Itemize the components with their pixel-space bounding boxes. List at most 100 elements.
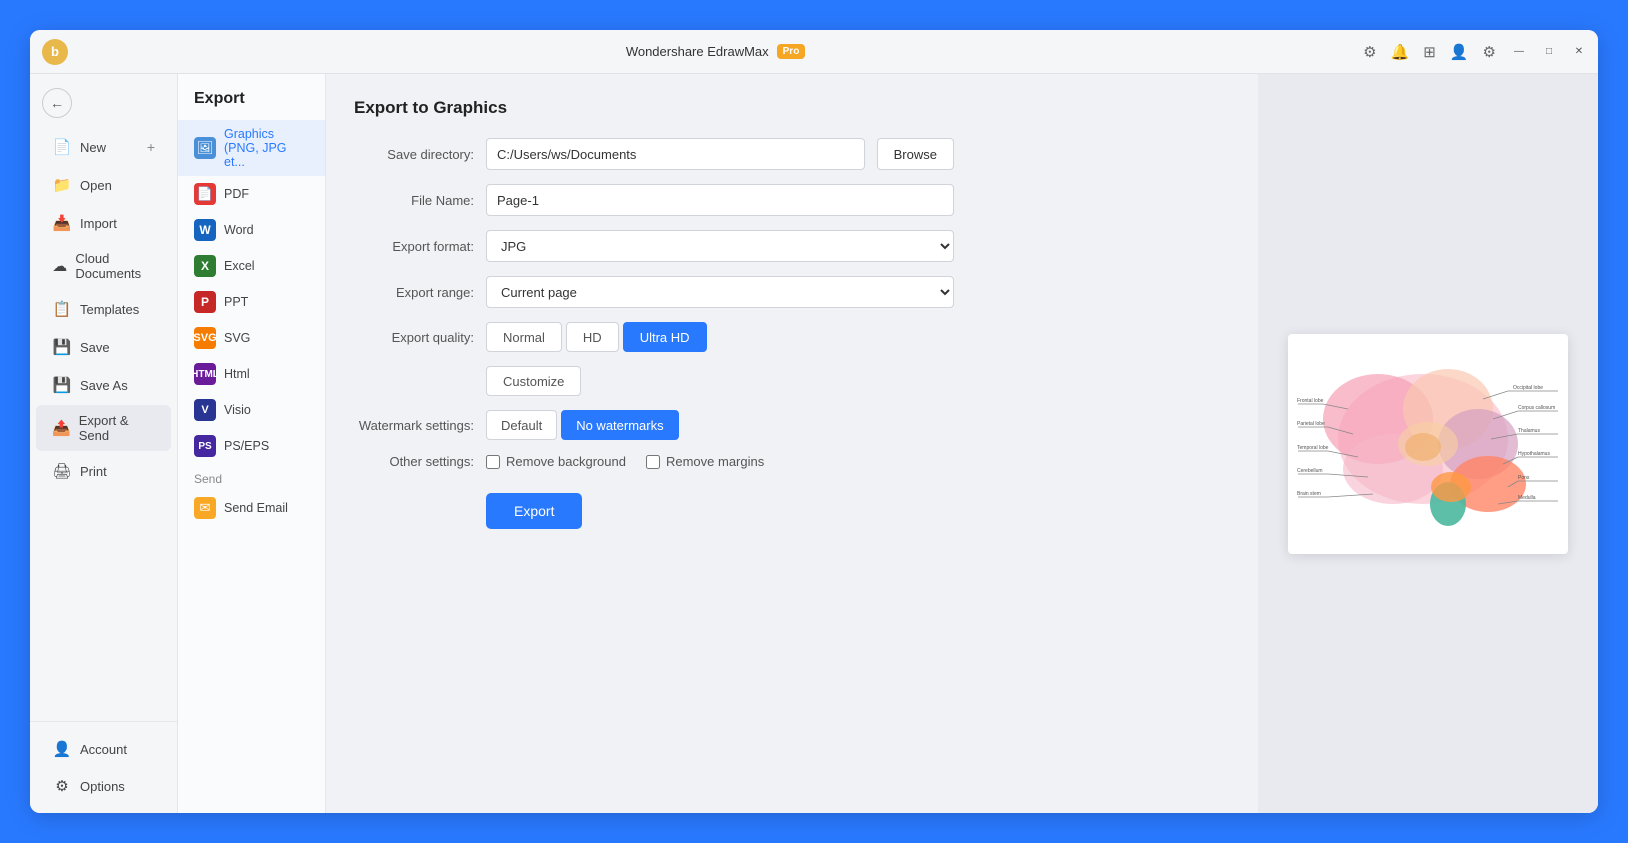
page-title: Export to Graphics: [354, 98, 1230, 118]
export-format-select[interactable]: JPG PNG BMP GIF TIFF SVG: [486, 230, 954, 262]
export-item-email[interactable]: ✉ Send Email: [178, 490, 325, 526]
export-item-pdf[interactable]: 📄 PDF: [178, 176, 325, 212]
checkbox-group: Remove background Remove margins: [486, 454, 764, 469]
quality-ultrahd-button[interactable]: Ultra HD: [623, 322, 707, 352]
customize-row: Customize: [354, 366, 954, 396]
sidebar-new-label: New: [80, 140, 106, 155]
svg-text:Occipital lobe: Occipital lobe: [1513, 385, 1543, 391]
export-quality-row: Export quality: Normal HD Ultra HD: [354, 322, 954, 352]
preview-card: Frontal lobe Parietal lobe Temporal lobe…: [1288, 334, 1568, 554]
export-range-row: Export range: Current page All pages Sel…: [354, 276, 954, 308]
sidebar-item-open[interactable]: 📁 Open: [36, 167, 171, 203]
sidebar-item-cloud[interactable]: ☁ Cloud Documents: [36, 243, 171, 289]
sidebar-item-save[interactable]: 💾 Save: [36, 329, 171, 365]
sidebar-item-print[interactable]: 🖨 Print: [36, 453, 171, 489]
watermark-none-button[interactable]: No watermarks: [561, 410, 678, 440]
sidebar-cloud-label: Cloud Documents: [75, 251, 155, 281]
export-item-visio[interactable]: V Visio: [178, 392, 325, 428]
customize-button[interactable]: Customize: [486, 366, 581, 396]
export-sidebar: Export 🖼 Graphics (PNG, JPG et... 📄 PDF …: [178, 74, 326, 813]
templates-icon: 📋: [52, 299, 72, 319]
export-visio-label: Visio: [224, 403, 251, 417]
watermark-label: Watermark settings:: [354, 418, 474, 433]
print-icon: 🖨: [52, 461, 72, 481]
remove-background-label[interactable]: Remove background: [486, 454, 626, 469]
other-settings-row: Other settings: Remove background Remove…: [354, 454, 954, 469]
ppt-icon: P: [194, 291, 216, 313]
export-ppt-label: PPT: [224, 295, 248, 309]
browse-button[interactable]: Browse: [877, 138, 954, 170]
sidebar-save-label: Save: [80, 340, 110, 355]
sidebar-print-label: Print: [80, 464, 107, 479]
export-graphics-label: Graphics (PNG, JPG et...: [224, 127, 309, 169]
minimize-button[interactable]: —: [1512, 45, 1526, 59]
export-item-html[interactable]: HTML Html: [178, 356, 325, 392]
back-button[interactable]: ←: [42, 88, 72, 118]
export-excel-label: Excel: [224, 259, 255, 273]
save-directory-input[interactable]: [486, 138, 865, 170]
sidebar-item-account[interactable]: 👤 Account: [36, 731, 171, 767]
grid-icon[interactable]: ⊞: [1423, 43, 1436, 61]
word-icon: W: [194, 219, 216, 241]
content-area: ← 📄 New + 📁 Open 📥 Import ☁ Cloud Docume…: [30, 74, 1598, 813]
sidebar-item-options[interactable]: ⚙ Options: [36, 768, 171, 804]
sidebar-bottom: 👤 Account ⚙ Options: [30, 721, 177, 805]
remove-margins-checkbox[interactable]: [646, 455, 660, 469]
svg-text:Thalamus: Thalamus: [1518, 428, 1540, 434]
visio-icon: V: [194, 399, 216, 421]
settings-icon[interactable]: ⚙: [1483, 43, 1496, 61]
remove-background-text: Remove background: [506, 454, 626, 469]
sidebar-item-new[interactable]: 📄 New +: [36, 129, 171, 165]
quality-hd-button[interactable]: HD: [566, 322, 619, 352]
saveas-icon: 💾: [52, 375, 72, 395]
export-range-select[interactable]: Current page All pages Selected pages: [486, 276, 954, 308]
save-icon: 💾: [52, 337, 72, 357]
sidebar-options-label: Options: [80, 779, 125, 794]
export-email-label: Send Email: [224, 501, 288, 515]
watermark-default-button[interactable]: Default: [486, 410, 557, 440]
export-html-label: Html: [224, 367, 250, 381]
titlebar-center: Wondershare EdrawMax Pro: [626, 44, 806, 59]
svg-text:Pons: Pons: [1518, 475, 1530, 481]
svg-text:Hypothalamus: Hypothalamus: [1518, 451, 1550, 457]
sidebar-saveas-label: Save As: [80, 378, 128, 393]
pseps-icon: PS: [194, 435, 216, 457]
cloud-icon: ☁: [52, 256, 67, 276]
remove-background-checkbox[interactable]: [486, 455, 500, 469]
export-range-label: Export range:: [354, 285, 474, 300]
export-pdf-label: PDF: [224, 187, 249, 201]
export-item-word[interactable]: W Word: [178, 212, 325, 248]
file-name-label: File Name:: [354, 193, 474, 208]
quality-normal-button[interactable]: Normal: [486, 322, 562, 352]
export-button[interactable]: Export: [486, 493, 582, 529]
sidebar-item-import[interactable]: 📥 Import: [36, 205, 171, 241]
titlebar-icons: ⚙ 🔔 ⊞ 👤 ⚙: [1363, 43, 1496, 61]
save-directory-row: Save directory: Browse: [354, 138, 954, 170]
export-item-pseps[interactable]: PS PS/EPS: [178, 428, 325, 464]
sidebar-import-label: Import: [80, 216, 117, 231]
export-item-graphics[interactable]: 🖼 Graphics (PNG, JPG et...: [178, 120, 325, 176]
maximize-button[interactable]: □: [1542, 45, 1556, 59]
export-item-ppt[interactable]: P PPT: [178, 284, 325, 320]
export-item-excel[interactable]: X Excel: [178, 248, 325, 284]
export-item-svg[interactable]: SVG SVG: [178, 320, 325, 356]
sidebar-item-export[interactable]: 📤 Export & Send: [36, 405, 171, 451]
help-icon[interactable]: ⚙: [1363, 43, 1376, 61]
titlebar-controls: ⚙ 🔔 ⊞ 👤 ⚙ — □ ✕: [1363, 43, 1586, 61]
new-plus-icon: +: [147, 139, 155, 155]
close-button[interactable]: ✕: [1572, 45, 1586, 59]
sidebar-item-saveas[interactable]: 💾 Save As: [36, 367, 171, 403]
notification-icon[interactable]: 🔔: [1391, 43, 1410, 61]
sidebar-top: ←: [30, 82, 177, 124]
watermark-group: Default No watermarks: [486, 410, 679, 440]
file-name-input[interactable]: [486, 184, 954, 216]
user-icon[interactable]: 👤: [1450, 43, 1469, 61]
export-icon: 📤: [52, 418, 71, 438]
svg-text:Medulla: Medulla: [1518, 495, 1536, 501]
new-icon: 📄: [52, 137, 72, 157]
export-sidebar-title: Export: [178, 90, 325, 120]
sidebar-item-templates[interactable]: 📋 Templates: [36, 291, 171, 327]
export-word-label: Word: [224, 223, 254, 237]
export-quality-label: Export quality:: [354, 330, 474, 345]
remove-margins-label[interactable]: Remove margins: [646, 454, 764, 469]
